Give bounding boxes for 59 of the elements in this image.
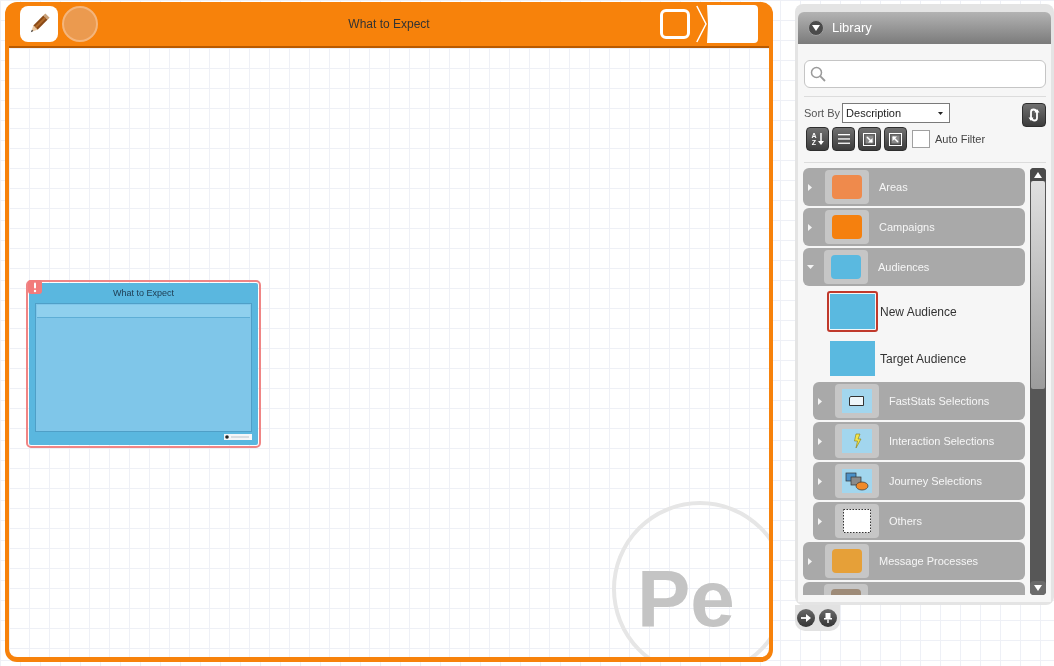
node-title: What to Expect xyxy=(112,287,175,300)
lightning-icon xyxy=(842,429,872,453)
item-thumbnail[interactable] xyxy=(827,338,878,379)
collapse-button[interactable] xyxy=(808,20,824,36)
folder-row[interactable]: Campaigns xyxy=(803,208,1025,246)
panel-tab[interactable] xyxy=(696,5,758,43)
caret-right-icon[interactable] xyxy=(818,397,822,405)
auto-filter-label[interactable]: Auto Filter xyxy=(935,130,986,148)
scroll-down-button[interactable] xyxy=(1030,581,1046,595)
up-arrow-icon xyxy=(1034,171,1042,178)
sort-label: Sort By xyxy=(804,105,841,121)
folder-row[interactable]: Message Processes xyxy=(803,542,1025,580)
search-field[interactable] xyxy=(804,60,1046,88)
pin-icon xyxy=(824,613,832,623)
list-icon xyxy=(837,134,850,144)
collapse-all-button[interactable] xyxy=(884,127,907,151)
arrow-right-icon xyxy=(801,614,811,622)
view-button[interactable] xyxy=(660,9,690,39)
item-label[interactable]: New Audience xyxy=(880,302,957,321)
down-arrow-icon xyxy=(1034,585,1042,591)
expand-icon xyxy=(863,132,876,146)
refresh-icon xyxy=(1027,108,1041,122)
refresh-button[interactable] xyxy=(1022,103,1046,127)
item-label[interactable]: Target Audience xyxy=(880,349,967,368)
dotted-square-icon xyxy=(843,509,871,533)
caret-down-icon xyxy=(938,111,944,115)
down-arrow-icon xyxy=(817,133,824,145)
folder-row[interactable]: Interaction Selections xyxy=(813,422,1025,460)
watermark-text: Pe xyxy=(637,559,735,639)
shapes-icon xyxy=(842,469,872,493)
folder-row[interactable]: FastStats Selections xyxy=(813,382,1025,420)
scroll-up-button[interactable] xyxy=(1030,168,1046,181)
expand-button[interactable] xyxy=(858,127,881,151)
dock-button[interactable] xyxy=(797,609,815,627)
caret-right-icon[interactable] xyxy=(808,223,812,231)
folder-row[interactable]: Audiences xyxy=(803,248,1025,286)
caret-right-icon[interactable] xyxy=(818,437,822,445)
folder-row[interactable]: Areas xyxy=(803,168,1025,206)
auto-filter-checkbox[interactable] xyxy=(912,130,930,148)
library-title: Library xyxy=(832,19,872,38)
mini-legend-drawing xyxy=(224,434,252,440)
canvas-node[interactable]: What to Expect xyxy=(26,280,261,448)
sort-dropdown[interactable]: Description xyxy=(842,103,951,123)
folder-row[interactable]: Journey Selections xyxy=(813,462,1025,500)
scroll-thumb[interactable] xyxy=(1031,181,1045,389)
pin-button[interactable] xyxy=(819,609,837,627)
caret-right-icon[interactable] xyxy=(818,477,822,485)
item-thumbnail[interactable] xyxy=(827,291,878,332)
card-icon xyxy=(842,389,872,413)
collapse-icon xyxy=(889,132,902,146)
caret-down-icon[interactable] xyxy=(807,265,814,269)
caret-right-icon[interactable] xyxy=(808,183,812,191)
list-button[interactable] xyxy=(832,127,855,151)
folder-row[interactable]: Others xyxy=(813,502,1025,540)
caret-right-icon[interactable] xyxy=(818,517,822,525)
caret-right-icon[interactable] xyxy=(808,557,812,565)
pencil-button[interactable] xyxy=(20,6,58,42)
search-icon xyxy=(810,66,826,82)
canvas-title: What to Expect xyxy=(347,16,431,33)
